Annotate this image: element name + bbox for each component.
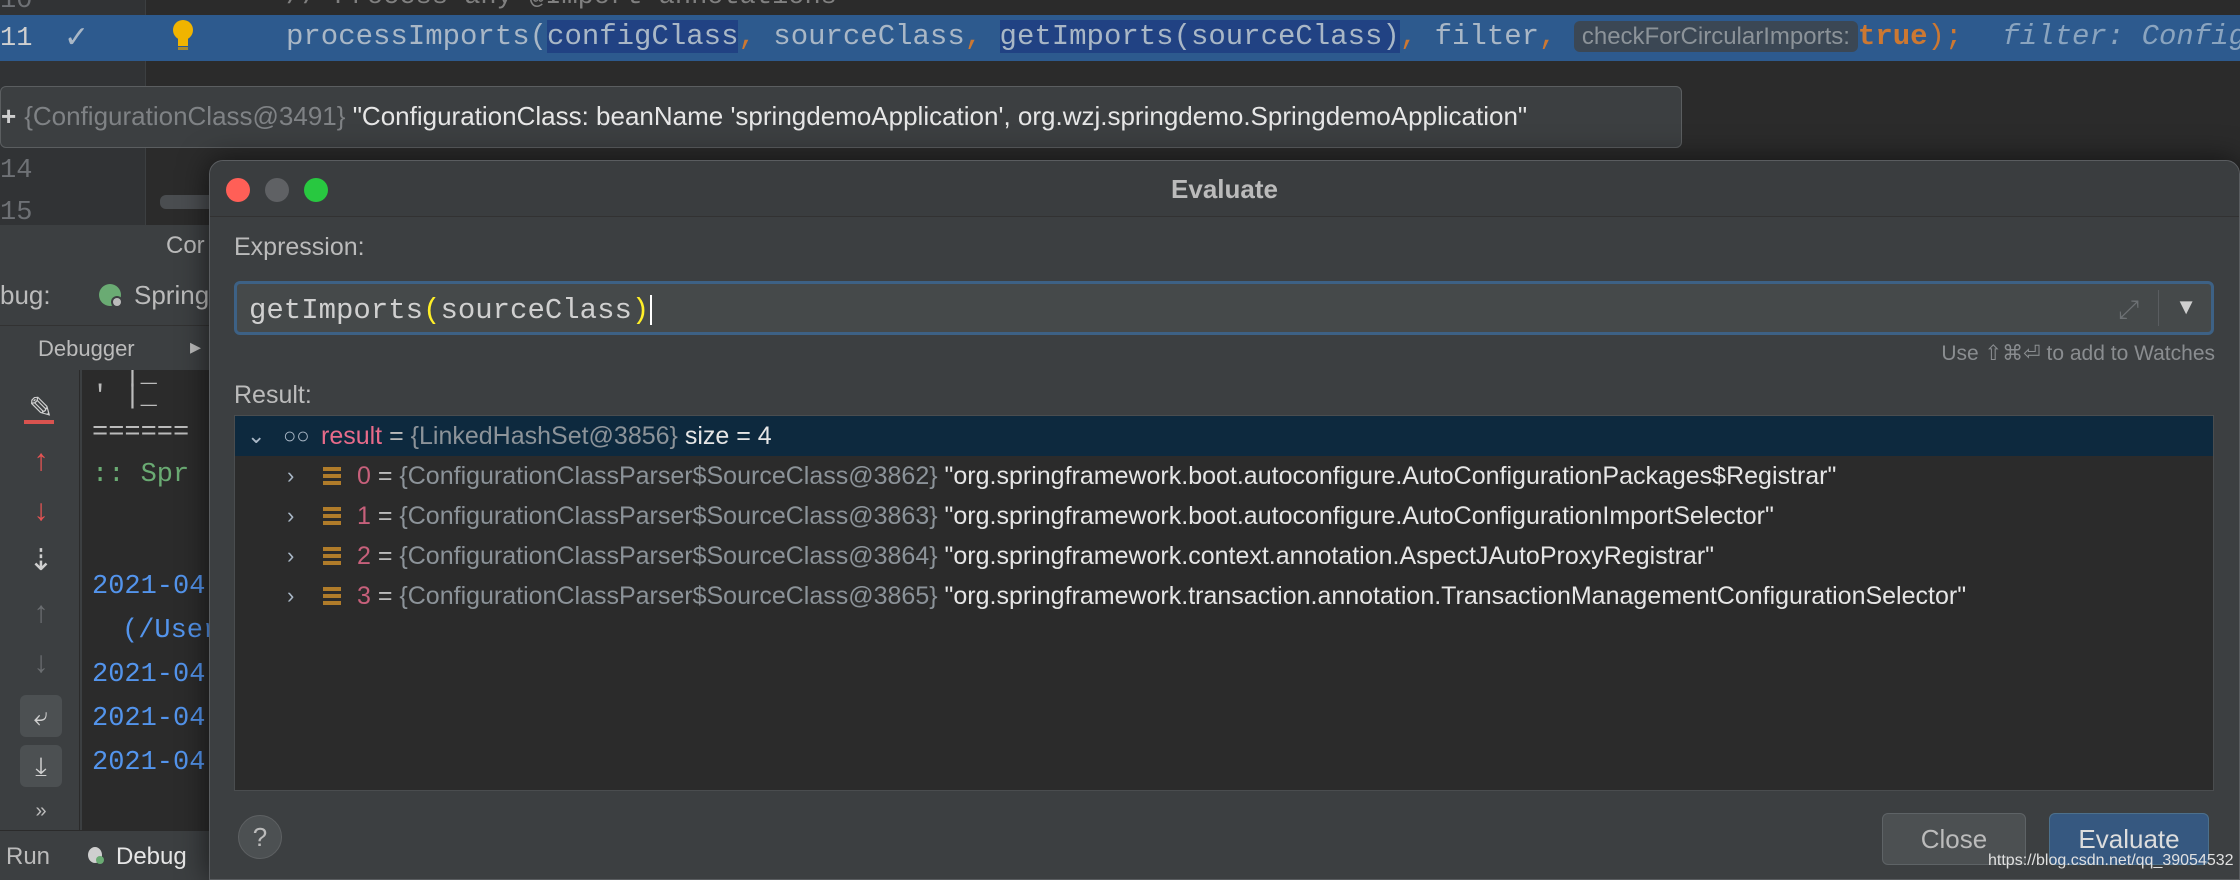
chevron-right-icon[interactable]: ›	[287, 496, 294, 536]
watermark: https://blog.csdn.net/qq_39054532	[1988, 852, 2234, 869]
code-line: processImports(configClass, sourceClass,…	[286, 20, 2240, 53]
code-arg: configClass	[547, 20, 739, 53]
console-line: ======	[92, 418, 190, 448]
dialog-titlebar[interactable]: Evaluate	[210, 161, 2239, 217]
object-ref: {ConfigurationClass@3491}	[24, 101, 346, 131]
debug-tab[interactable]: Debug	[116, 843, 187, 871]
tree-row-root[interactable]: ⌄ ○○ result = {LinkedHashSet@3856} size …	[235, 416, 2213, 456]
tree-row[interactable]: › 0 = {ConfigurationClassParser$SourceCl…	[235, 456, 2213, 496]
arrow-down-icon[interactable]: ↓	[20, 490, 62, 532]
console-line: 2021-04	[92, 660, 206, 690]
lightbulb-icon[interactable]	[170, 18, 196, 54]
code-arg: filter	[1434, 20, 1540, 53]
bug-icon	[84, 843, 106, 865]
console-line: ' |_	[92, 382, 157, 412]
console-line: 2021-04	[92, 572, 206, 602]
chevron-right-icon[interactable]: ›	[287, 536, 294, 576]
field-icon	[323, 507, 341, 525]
console-line: :: Spr	[92, 460, 190, 490]
code-arg: getImports(sourceClass)	[999, 20, 1400, 53]
down-disabled-icon[interactable]: ↓	[20, 642, 62, 684]
history-dropdown-icon[interactable]: ▼	[2175, 294, 2197, 320]
debug-value-tooltip[interactable]: + {ConfigurationClass@3491} "Configuratio…	[0, 86, 1682, 148]
expression-input[interactable]: getImports(sourceClass) ⤢ ▼	[234, 281, 2214, 335]
result-name: result	[321, 422, 383, 450]
scroll-to-end-icon[interactable]: ⤓	[20, 745, 62, 787]
code-comment: // Process any @Import annotations	[286, 0, 837, 12]
field-icon	[323, 467, 341, 485]
parameter-hint: checkForCircularImports:	[1573, 21, 1858, 52]
evaluate-dialog: Evaluate Expression: getImports(sourceCl…	[209, 160, 2240, 880]
run-tab[interactable]: Run	[6, 843, 50, 871]
field-icon	[323, 587, 341, 605]
tab-con[interactable]: Cor	[166, 232, 205, 260]
code-arg: sourceClass	[773, 20, 965, 53]
console-line: (/User	[122, 616, 215, 646]
tree-row[interactable]: › 1 = {ConfigurationClassParser$SourceCl…	[235, 496, 2213, 536]
console-tab-icon[interactable]: ▸	[190, 334, 201, 360]
result-size: size = 4	[684, 422, 772, 450]
line-number: 15	[0, 198, 33, 225]
expression-text[interactable]: getImports(sourceClass)	[249, 294, 653, 327]
console-line: 2021-04	[92, 748, 206, 778]
text-caret	[650, 295, 653, 326]
dialog-title: Evaluate	[1171, 174, 1278, 204]
debug-label: bug:	[0, 280, 51, 310]
result-label: Result:	[234, 381, 312, 409]
method-name: processImports	[286, 20, 530, 53]
tree-row[interactable]: › 3 = {ConfigurationClassParser$SourceCl…	[235, 576, 2213, 616]
chevron-right-icon[interactable]: ›	[287, 456, 294, 496]
bottom-tool-bar: Run Debug	[0, 830, 215, 880]
edit-underline	[24, 420, 54, 424]
chevron-right-icon[interactable]: ›	[287, 576, 294, 616]
line-number: 14	[0, 156, 33, 186]
expand-editor-icon[interactable]: ⤢	[2118, 294, 2139, 326]
run-config-tab[interactable]: Spring	[134, 280, 209, 311]
up-disabled-icon[interactable]: ↑	[20, 592, 62, 634]
add-to-watches-hint: Use ⇧⌘⏎ to add to Watches	[1941, 342, 2215, 365]
field-icon	[323, 547, 341, 565]
soft-wrap-icon[interactable]: ⤶	[20, 695, 62, 737]
chevron-down-icon[interactable]: ⌄	[247, 416, 265, 456]
spring-run-icon	[96, 280, 126, 310]
tree-row[interactable]: › 2 = {ConfigurationClassParser$SourceCl…	[235, 536, 2213, 576]
debug-toolbar: ✎ ↑ ↓ ⇣ ↑ ↓ ⤶ ⤓ »	[0, 370, 80, 830]
more-icon[interactable]: »	[20, 790, 62, 832]
expression-label: Expression:	[234, 233, 365, 261]
result-ref: {LinkedHashSet@3856}	[410, 422, 678, 450]
inline-debug-value: filter: Configurati	[2002, 20, 2240, 53]
help-button[interactable]: ?	[238, 815, 282, 859]
object-value: "ConfigurationClass: beanName 'springdem…	[352, 101, 1528, 131]
line-number: 11	[0, 24, 33, 54]
code-arg: true	[1857, 20, 1928, 53]
console-output[interactable]: ' |_ ' |_ ====== :: Spr 2021-04 (/User 2…	[82, 370, 215, 830]
checkmark-icon: ✓	[64, 21, 90, 54]
console-line: 2021-04	[92, 704, 206, 734]
result-tree[interactable]: ⌄ ○○ result = {LinkedHashSet@3856} size …	[234, 415, 2214, 791]
line-number: 10	[0, 0, 33, 16]
dropdown-separator	[2158, 290, 2159, 326]
arrow-up-icon[interactable]: ↑	[20, 440, 62, 482]
watch-glasses-icon: ○○	[283, 423, 310, 448]
expand-plus-icon[interactable]: +	[1, 101, 16, 131]
debugger-tab-bar: Debugger ▸	[0, 325, 215, 369]
tab-debugger[interactable]: Debugger	[38, 336, 135, 362]
sort-down-icon[interactable]: ⇣	[20, 540, 62, 582]
